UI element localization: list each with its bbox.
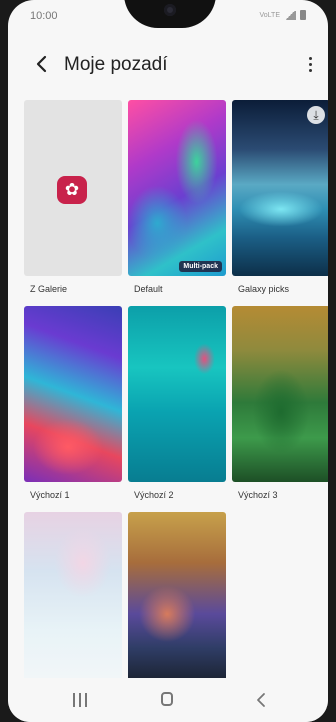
wallpaper-tile[interactable] (128, 512, 226, 682)
phone-screen: 10:00 VoLTE Moje pozadí ✿ Z Galerie Mult… (8, 0, 328, 722)
wallpaper-caption: Default (134, 284, 163, 294)
recent-apps-icon[interactable] (68, 690, 92, 710)
status-time: 10:00 (30, 10, 58, 22)
wallpaper-caption: Galaxy picks (238, 284, 290, 294)
wallpaper-caption: Výchozí 2 (134, 490, 174, 500)
app-bar: Moje pozadí (8, 48, 328, 84)
wallpaper-default-tile[interactable]: Multi-pack (128, 100, 226, 276)
status-icons: VoLTE (259, 10, 306, 20)
more-options-icon[interactable] (298, 52, 322, 76)
wallpaper-caption: Výchozí 3 (238, 490, 278, 500)
back-arrow-icon[interactable] (30, 52, 54, 76)
nav-back-icon[interactable] (252, 690, 276, 710)
volte-label: VoLTE (259, 11, 281, 19)
wallpaper-tile[interactable] (232, 306, 328, 482)
wallpaper-galaxy-picks-tile[interactable]: ⤓ (232, 100, 328, 276)
flower-gallery-icon: ✿ (57, 176, 87, 204)
wallpaper-caption: Z Galerie (30, 284, 68, 294)
signal-icon (284, 10, 296, 20)
wallpaper-caption: Výchozí 1 (30, 490, 70, 500)
battery-icon (300, 10, 306, 20)
download-icon[interactable]: ⤓ (307, 106, 325, 124)
navigation-bar (8, 678, 328, 722)
page-title: Moje pozadí (64, 54, 168, 75)
multi-pack-badge: Multi-pack (179, 261, 222, 272)
wallpaper-tile[interactable] (24, 512, 122, 682)
status-bar: 10:00 VoLTE (30, 10, 306, 26)
wallpaper-gallery-tile[interactable]: ✿ (24, 100, 122, 276)
wallpaper-tile[interactable] (128, 306, 226, 482)
wallpaper-tile[interactable] (24, 306, 122, 482)
home-icon[interactable] (156, 690, 180, 710)
